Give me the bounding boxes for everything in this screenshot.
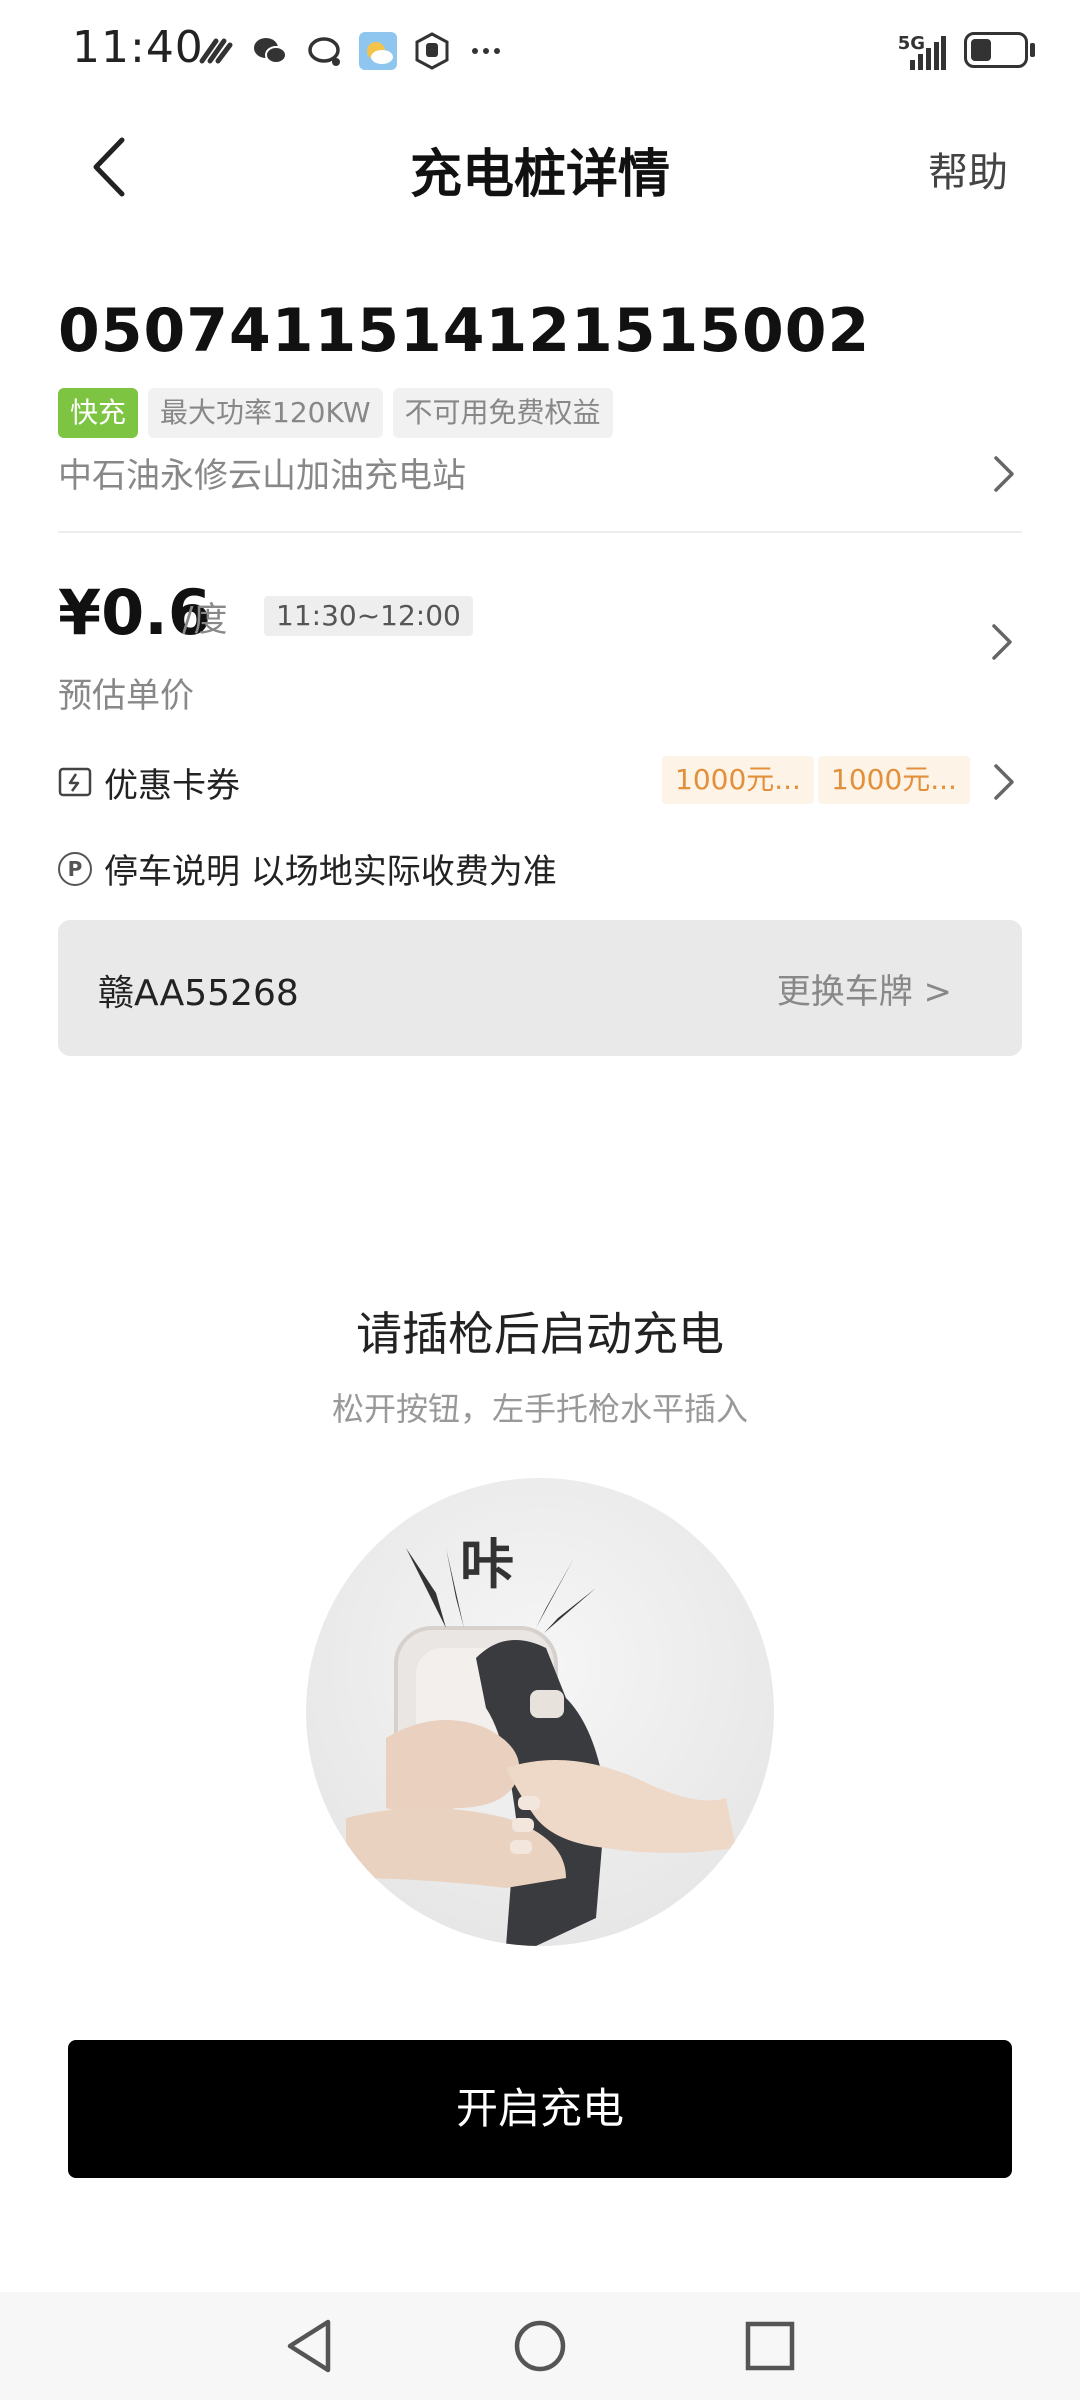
price-label: 预估单价	[58, 676, 194, 716]
station-row[interactable]: 中石油永修云山加油充电站	[58, 444, 1022, 504]
signal-5g-icon: 5G	[898, 28, 946, 72]
divider	[58, 531, 1022, 533]
more-notifications-icon	[466, 31, 506, 71]
change-plate-button[interactable]: 更换车牌 >	[777, 964, 952, 1013]
start-charging-button[interactable]: 开启充电	[68, 2040, 1012, 2178]
click-sound-label: 咔	[460, 1533, 514, 1596]
nav-back-icon[interactable]	[282, 2316, 338, 2376]
chevron-right-icon	[994, 456, 1014, 492]
coupon-label: 优惠卡券	[104, 766, 240, 806]
price-detail-button[interactable]	[990, 622, 1016, 662]
coupon-badge: 1000元...	[818, 756, 970, 804]
benefit-tag: 不可用免费权益	[392, 388, 613, 438]
battery-level-fill	[971, 39, 991, 61]
signal-strength-icon	[196, 31, 236, 71]
battery-icon	[964, 32, 1036, 68]
weather-icon	[358, 31, 398, 71]
plug-instruction-subtitle: 松开按钮，左手托枪水平插入	[331, 1390, 748, 1428]
plug-illustration: 咔	[306, 1478, 774, 1946]
wechat-icon	[250, 31, 290, 71]
nav-home-icon[interactable]	[512, 2316, 568, 2376]
station-name: 中石油永修云山加油充电站	[58, 456, 466, 496]
pile-id: 0507411514121515002	[58, 296, 871, 366]
max-power-tag: 最大功率120KW	[148, 388, 383, 438]
status-time: 11:40	[72, 22, 204, 73]
status-notification-icons	[196, 28, 506, 74]
price-unit: /度	[182, 600, 228, 640]
help-link[interactable]: 帮助	[928, 140, 1008, 198]
fast-charge-tag: 快充	[58, 388, 139, 438]
parking-info: 停车说明 以场地实际收费为准	[104, 852, 557, 892]
chevron-right-icon	[992, 624, 1012, 660]
network-type-label: 5G	[897, 33, 925, 54]
price-time-range: 11:30~12:00	[264, 596, 473, 636]
license-plate-number: 赣AA55268	[98, 973, 299, 1014]
chevron-right-icon	[994, 764, 1014, 800]
page-title: 充电桩详情	[409, 145, 670, 205]
system-navigation-bar	[0, 2292, 1080, 2400]
coupon-bolt-icon	[58, 767, 92, 797]
hand-icon	[412, 31, 452, 71]
status-system-icons: 5G	[898, 28, 1036, 72]
plug-instruction-title: 请插枪后启动充电	[356, 1307, 724, 1361]
parking-icon: P	[58, 852, 92, 886]
license-plate-box: 赣AA55268 更换车牌 >	[58, 920, 1022, 1056]
nav-recents-icon[interactable]	[742, 2316, 798, 2376]
chat-bubble-icon	[304, 31, 344, 71]
pile-tags: 快充 最大功率120KW 不可用免费权益	[58, 388, 613, 438]
coupon-badge: 1000元...	[662, 756, 814, 804]
